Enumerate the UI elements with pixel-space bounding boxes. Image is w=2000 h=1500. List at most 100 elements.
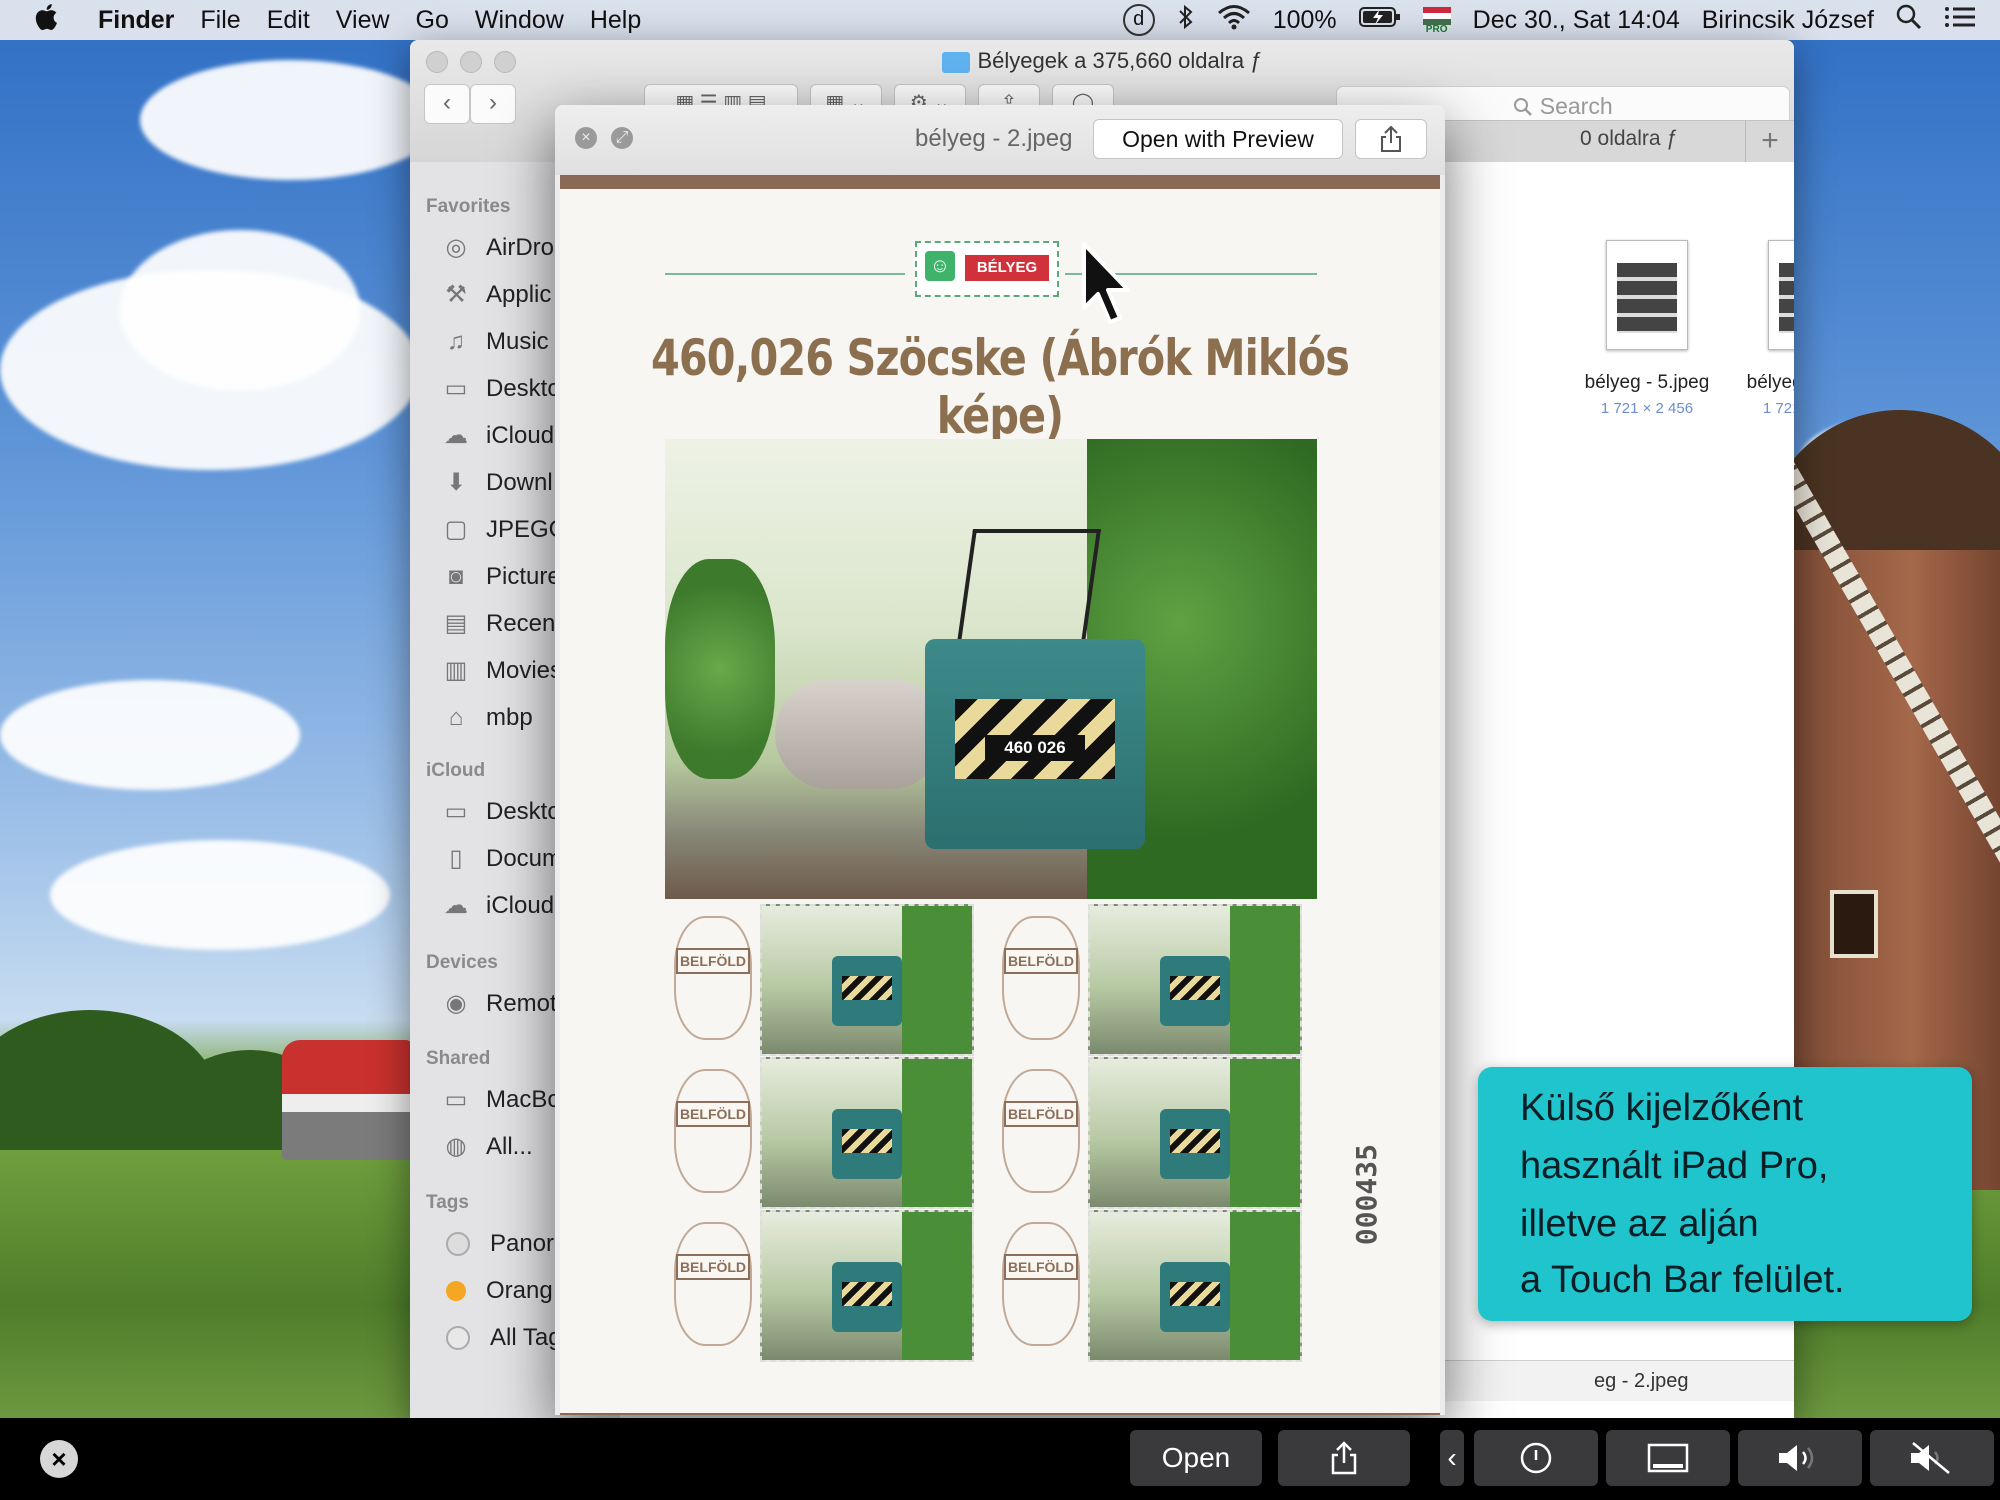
touch-bar: × Open ‹ <box>0 1418 2000 1500</box>
applications-icon: ⚒ <box>445 281 467 308</box>
touchbar-open-button[interactable]: Open <box>1130 1430 1262 1486</box>
sidebar-item-icloud[interactable]: ☁ iCloud <box>440 886 554 926</box>
finder-title-text: Bélyegek a 375,660 oldalra ƒ <box>977 48 1263 73</box>
sidebar-item-tag-orange[interactable]: Orang <box>440 1271 553 1311</box>
sidebar-item-label: Remot <box>486 990 557 1017</box>
loco-number-plate: 460 026 <box>985 735 1085 761</box>
wifi-icon[interactable] <box>1217 4 1251 37</box>
sidebar-item-icloud-drive[interactable]: ☁ iCloud <box>440 416 554 456</box>
stamp-label: BELFÖLD <box>676 1101 750 1127</box>
file-name: bélyeg - 6.jpeg <box>1746 372 1794 393</box>
recents-icon: ▤ <box>444 610 468 637</box>
sidebar-item-label: Movies <box>486 657 563 684</box>
touchbar-collapse-chevron-icon[interactable]: ‹ <box>1440 1430 1464 1486</box>
tag-orange-icon <box>446 1281 466 1301</box>
logo-text: BÉLYEG <box>965 255 1049 281</box>
tab-current-folder[interactable]: 0 oldalra ƒ <box>1580 127 1678 151</box>
sidebar-item-tag-panorama[interactable]: Panora <box>440 1224 567 1264</box>
share-icon <box>1380 125 1402 157</box>
menu-clock[interactable]: Dec 30., Sat 14:04 <box>1473 6 1680 35</box>
spotlight-search-icon[interactable] <box>1896 4 1922 37</box>
stamp-tile <box>760 1057 974 1209</box>
file-thumbnail <box>1768 240 1794 350</box>
sidebar-item-documents[interactable]: ▯ Docum <box>440 839 562 879</box>
sidebar-item-downloads[interactable]: ⬇ Downl <box>440 463 553 503</box>
touchbar-display-button[interactable] <box>1606 1430 1730 1486</box>
touchbar-share-button[interactable] <box>1278 1430 1410 1486</box>
music-note-icon: ♫ <box>447 328 465 355</box>
stamp-tile <box>760 904 974 1056</box>
sidebar-item-recents[interactable]: ▤ Recen <box>440 604 556 644</box>
sidebar-item-label: MacBo <box>486 1086 561 1113</box>
sidebar-header-shared: Shared <box>426 1048 491 1069</box>
desktop-icon: ▭ <box>444 798 468 825</box>
sidebar-item-home[interactable]: ⌂ mbp <box>440 698 533 738</box>
flag-badge: PRO <box>1425 24 1448 35</box>
file-item[interactable]: bélyeg - 6.jpeg 1 721 × 2 456 <box>1734 240 1794 417</box>
dashlane-d-icon[interactable]: d <box>1122 4 1155 36</box>
menu-user[interactable]: Birincsik József <box>1702 6 1874 35</box>
menu-help[interactable]: Help <box>590 6 641 35</box>
tag-gray-icon <box>446 1232 470 1256</box>
touchbar-volume-button[interactable] <box>1738 1430 1862 1486</box>
touchbar-brightness-button[interactable] <box>1474 1430 1598 1486</box>
sidebar-item-label: Deskto <box>486 375 561 402</box>
sidebar-header-devices: Devices <box>426 952 498 973</box>
battery-percent[interactable]: 100% <box>1273 6 1337 35</box>
stamp-seal: BELFÖLD <box>668 1057 758 1205</box>
sidebar-item-desktop[interactable]: ▭ Deskto <box>440 369 561 409</box>
sidebar-item-macbook[interactable]: ▭ MacBo <box>440 1080 561 1120</box>
sidebar-item-label: Picture <box>486 563 561 590</box>
stamp-seal: BELFÖLD <box>996 1210 1086 1358</box>
menu-go[interactable]: Go <box>416 6 449 35</box>
folder-icon: ▢ <box>444 516 468 543</box>
cloud <box>140 60 440 180</box>
menu-file[interactable]: File <box>200 6 240 35</box>
back-button[interactable]: ‹ <box>424 84 470 124</box>
quick-look-close-button[interactable]: × <box>575 127 597 149</box>
sidebar-item-all-shared[interactable]: ◍ All... <box>440 1127 533 1167</box>
sidebar-item-music[interactable]: ♫ Music <box>440 322 549 362</box>
stamp-label: BELFÖLD <box>1004 1254 1078 1280</box>
sidebar-item-airdrop[interactable]: ◎ AirDro <box>440 228 555 268</box>
sidebar-item-label: iCloud <box>486 422 555 449</box>
input-source-flag-icon[interactable]: PRO <box>1422 7 1451 35</box>
sidebar-item-all-tags[interactable]: All Tag <box>440 1318 562 1358</box>
sidebar-item-movies[interactable]: ▥ Movies <box>440 651 562 691</box>
sidebar-item-applications[interactable]: ⚒ Applic <box>440 275 551 315</box>
touchbar-close-button[interactable]: × <box>40 1440 78 1478</box>
sidebar-item-remote-disc[interactable]: ◉ Remot <box>440 984 557 1024</box>
menu-window[interactable]: Window <box>475 6 564 35</box>
stamp-seal: BELFÖLD <box>668 904 758 1052</box>
path-bar-file[interactable]: eg - 2.jpeg <box>1594 1361 1689 1401</box>
menu-app-name[interactable]: Finder <box>98 6 174 35</box>
cloud <box>0 680 300 790</box>
sidebar-item-label: Applic <box>486 281 552 308</box>
sidebar-item-pictures[interactable]: ◙ Picture <box>440 557 561 597</box>
menu-view[interactable]: View <box>336 6 390 35</box>
stamp-label: BELFÖLD <box>676 948 750 974</box>
new-tab-button[interactable]: + <box>1745 121 1794 163</box>
stamp-tile <box>1088 904 1302 1056</box>
sidebar-item-icloud-desktop[interactable]: ▭ Deskto <box>440 792 561 832</box>
battery-charging-icon[interactable] <box>1358 6 1401 35</box>
camera-icon: ◙ <box>448 563 464 590</box>
film-icon: ▥ <box>444 657 468 684</box>
quick-look-fullscreen-button[interactable]: ⤢ <box>611 127 633 149</box>
smiley-icon: ☺ <box>925 251 955 281</box>
file-item[interactable]: bélyeg - 5.jpeg 1 721 × 2 456 <box>1572 240 1722 417</box>
apple-menu-icon[interactable] <box>34 3 70 38</box>
quick-look-share-button[interactable] <box>1355 119 1427 159</box>
sidebar-item-label: iCloud <box>486 892 555 919</box>
notification-center-icon[interactable] <box>1944 5 1976 36</box>
menu-edit[interactable]: Edit <box>267 6 310 35</box>
sheet-bottom-band <box>560 1413 1440 1415</box>
quick-look-toolbar: × ⤢ bélyeg - 2.jpeg Open with Preview <box>555 105 1445 175</box>
bluetooth-icon[interactable] <box>1177 4 1195 37</box>
callout-line: használt iPad Pro, <box>1520 1145 1829 1187</box>
open-with-preview-button[interactable]: Open with Preview <box>1093 119 1343 159</box>
stamp-sheet-preview: ☺ BÉLYEG 460,026 Szöcske (Ábrók Miklós k… <box>560 175 1440 1415</box>
forward-button[interactable]: › <box>470 84 516 124</box>
sidebar-item-jpegg[interactable]: ▢ JPEGG <box>440 510 568 550</box>
touchbar-mute-button[interactable] <box>1870 1430 1994 1486</box>
